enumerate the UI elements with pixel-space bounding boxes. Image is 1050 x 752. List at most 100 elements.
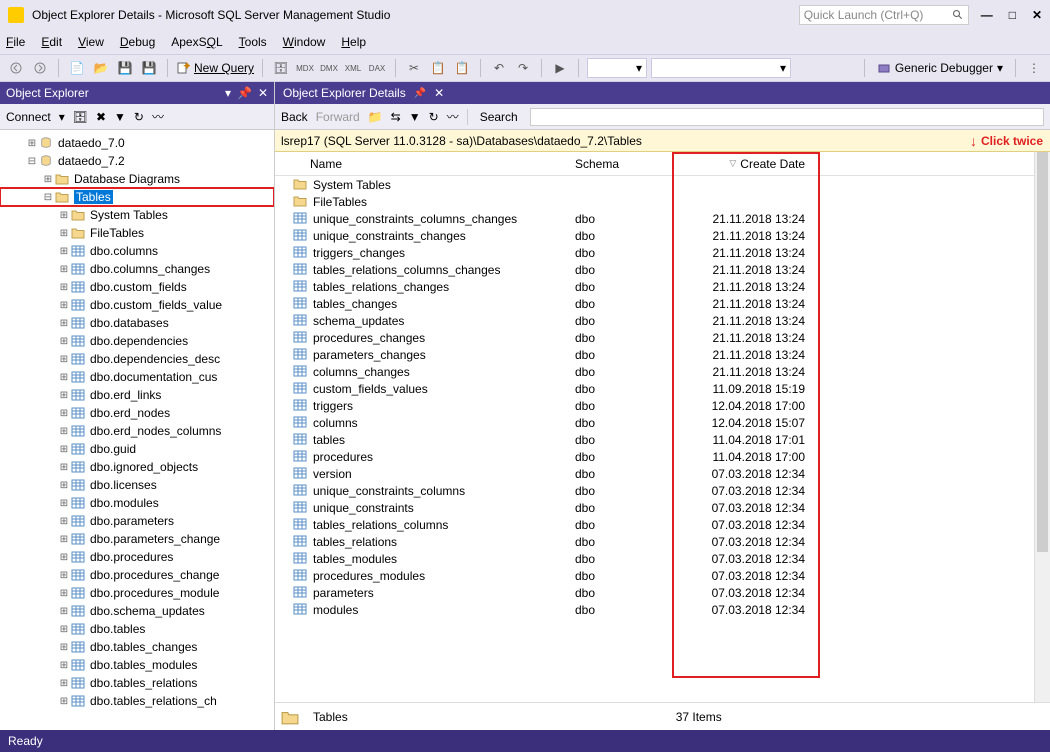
expand-icon[interactable]: ⊞ — [58, 570, 70, 581]
expand-icon[interactable]: ⊞ — [58, 516, 70, 527]
table-row[interactable]: proceduresdbo11.04.2018 17:00 — [275, 448, 1034, 465]
details-folder-icon[interactable]: 📁 — [368, 110, 383, 124]
expand-icon[interactable]: ⊞ — [58, 408, 70, 419]
menu-window[interactable]: Window — [283, 35, 326, 49]
table-row[interactable]: parametersdbo07.03.2018 12:34 — [275, 584, 1034, 601]
tab-close-icon[interactable]: ✕ — [434, 86, 444, 100]
oe-disconnect-icon[interactable]: 🗄 — [73, 110, 88, 124]
tree-node-dbo-columns[interactable]: ⊞dbo.columns — [0, 242, 274, 260]
expand-icon[interactable]: ⊞ — [58, 498, 70, 509]
expand-icon[interactable]: ⊞ — [58, 282, 70, 293]
tree-node-dbo-tables-relations-ch[interactable]: ⊞dbo.tables_relations_ch — [0, 692, 274, 710]
oe-activity-icon[interactable]: 〰 — [152, 108, 164, 125]
save-icon[interactable]: 💾 — [115, 58, 135, 78]
expand-icon[interactable]: ⊞ — [58, 534, 70, 545]
generic-debugger-button[interactable]: Generic Debugger ▾ — [873, 58, 1007, 78]
expand-icon[interactable]: ⊞ — [42, 174, 54, 185]
tree-node-dbo-erd-links[interactable]: ⊞dbo.erd_links — [0, 386, 274, 404]
details-refresh-icon[interactable]: ↻ — [429, 110, 439, 124]
table-row[interactable]: unique_constraints_columnsdbo07.03.2018 … — [275, 482, 1034, 499]
tree-node-dbo-schema-updates[interactable]: ⊞dbo.schema_updates — [0, 602, 274, 620]
run-icon[interactable]: ▶ — [550, 58, 570, 78]
minimize-button[interactable]: — — [981, 8, 993, 22]
table-row[interactable]: columns_changesdbo21.11.2018 13:24 — [275, 363, 1034, 380]
details-filter-icon[interactable]: ▼ — [409, 110, 421, 124]
object-explorer-tree[interactable]: ⊞dataedo_7.0⊟dataedo_7.2⊞Database Diagra… — [0, 130, 274, 730]
quick-launch-input[interactable]: Quick Launch (Ctrl+Q) — [799, 5, 969, 25]
expand-icon[interactable]: ⊞ — [58, 696, 70, 707]
table-row[interactable]: triggers_changesdbo21.11.2018 13:24 — [275, 244, 1034, 261]
tree-node-dbo-tables-changes[interactable]: ⊞dbo.tables_changes — [0, 638, 274, 656]
db-icon-1[interactable]: 🗄 — [271, 58, 291, 78]
tree-node-dataedo-7-2[interactable]: ⊟dataedo_7.2 — [0, 152, 274, 170]
expand-icon[interactable]: ⊞ — [58, 318, 70, 329]
tree-node-dbo-erd-nodes[interactable]: ⊞dbo.erd_nodes — [0, 404, 274, 422]
col-header-schema[interactable]: Schema — [575, 157, 619, 171]
nav-fwd-button[interactable] — [30, 58, 50, 78]
vertical-scrollbar[interactable] — [1034, 152, 1050, 702]
connect-button[interactable]: Connect — [6, 110, 51, 124]
expand-icon[interactable]: ⊞ — [58, 354, 70, 365]
tree-node-dbo-dependencies-desc[interactable]: ⊞dbo.dependencies_desc — [0, 350, 274, 368]
expand-icon[interactable]: ⊟ — [42, 192, 54, 203]
table-row[interactable]: unique_constraints_changesdbo21.11.2018 … — [275, 227, 1034, 244]
breadcrumb-text[interactable]: lsrep17 (SQL Server 11.0.3128 - sa)\Data… — [281, 134, 642, 148]
copy-icon[interactable]: 📋 — [428, 58, 448, 78]
table-row[interactable]: tables_changesdbo21.11.2018 13:24 — [275, 295, 1034, 312]
table-row[interactable]: unique_constraintsdbo07.03.2018 12:34 — [275, 499, 1034, 516]
expand-icon[interactable]: ⊞ — [58, 372, 70, 383]
oe-filter-icon[interactable]: ▼ — [114, 110, 126, 124]
tree-node-dbo-custom-fields-value[interactable]: ⊞dbo.custom_fields_value — [0, 296, 274, 314]
expand-icon[interactable]: ⊞ — [58, 390, 70, 401]
tree-node-dbo-dependencies[interactable]: ⊞dbo.dependencies — [0, 332, 274, 350]
table-row[interactable]: parameters_changesdbo21.11.2018 13:24 — [275, 346, 1034, 363]
tree-node-dbo-tables-relations[interactable]: ⊞dbo.tables_relations — [0, 674, 274, 692]
expand-icon[interactable]: ⊞ — [58, 246, 70, 257]
expand-icon[interactable]: ⊞ — [58, 300, 70, 311]
expand-icon[interactable]: ⊞ — [58, 228, 70, 239]
panel-pin-icon[interactable]: 📌 — [237, 86, 252, 100]
tree-node-dbo-procedures-change[interactable]: ⊞dbo.procedures_change — [0, 566, 274, 584]
tree-node-database-diagrams[interactable]: ⊞Database Diagrams — [0, 170, 274, 188]
col-header-create-date[interactable]: ▽ Create Date — [685, 157, 805, 171]
oe-stop-icon[interactable]: ✖ — [96, 110, 106, 124]
table-row[interactable]: tables_relations_columns_changesdbo21.11… — [275, 261, 1034, 278]
table-row[interactable]: versiondbo07.03.2018 12:34 — [275, 465, 1034, 482]
menu-debug[interactable]: Debug — [120, 35, 155, 49]
menu-tools[interactable]: Tools — [239, 35, 267, 49]
panel-close-icon[interactable]: ✕ — [258, 86, 268, 100]
tree-node-dataedo-7-0[interactable]: ⊞dataedo_7.0 — [0, 134, 274, 152]
table-row[interactable]: modulesdbo07.03.2018 12:34 — [275, 601, 1034, 618]
nav-back-button[interactable] — [6, 58, 26, 78]
dax-icon[interactable]: DAX — [367, 58, 387, 78]
expand-icon[interactable]: ⊞ — [58, 624, 70, 635]
expand-icon[interactable]: ⊞ — [58, 444, 70, 455]
tree-node-filetables[interactable]: ⊞FileTables — [0, 224, 274, 242]
table-row[interactable]: FileTables — [275, 193, 1034, 210]
undo-icon[interactable]: ↶ — [489, 58, 509, 78]
tree-node-dbo-columns-changes[interactable]: ⊞dbo.columns_changes — [0, 260, 274, 278]
tree-node-dbo-erd-nodes-columns[interactable]: ⊞dbo.erd_nodes_columns — [0, 422, 274, 440]
table-row[interactable]: procedures_modulesdbo07.03.2018 12:34 — [275, 567, 1034, 584]
expand-icon[interactable]: ⊞ — [58, 480, 70, 491]
open-icon[interactable]: 📂 — [91, 58, 111, 78]
tree-node-dbo-modules[interactable]: ⊞dbo.modules — [0, 494, 274, 512]
table-row[interactable]: schema_updatesdbo21.11.2018 13:24 — [275, 312, 1034, 329]
table-row[interactable]: custom_fields_valuesdbo11.09.2018 15:19 — [275, 380, 1034, 397]
details-activity-icon[interactable]: 〰 — [447, 108, 459, 125]
table-row[interactable]: tables_modulesdbo07.03.2018 12:34 — [275, 550, 1034, 567]
expand-icon[interactable]: ⊞ — [58, 606, 70, 617]
scrollbar-thumb[interactable] — [1037, 152, 1048, 552]
cut-icon[interactable]: ✂ — [404, 58, 424, 78]
details-search-input[interactable] — [530, 108, 1044, 126]
expand-icon[interactable]: ⊞ — [58, 552, 70, 563]
expand-icon[interactable]: ⊞ — [58, 660, 70, 671]
expand-icon[interactable]: ⊟ — [26, 156, 38, 167]
tab-object-explorer-details[interactable]: Object Explorer Details 📌 ✕ — [275, 82, 452, 104]
oe-refresh-icon[interactable]: ↻ — [134, 110, 144, 124]
tree-node-tables[interactable]: ⊟Tables — [0, 188, 274, 206]
toolbar-overflow-icon[interactable]: ⋮ — [1024, 58, 1044, 78]
mdx-icon[interactable]: MDX — [295, 58, 315, 78]
tree-node-dbo-guid[interactable]: ⊞dbo.guid — [0, 440, 274, 458]
table-row[interactable]: unique_constraints_columns_changesdbo21.… — [275, 210, 1034, 227]
